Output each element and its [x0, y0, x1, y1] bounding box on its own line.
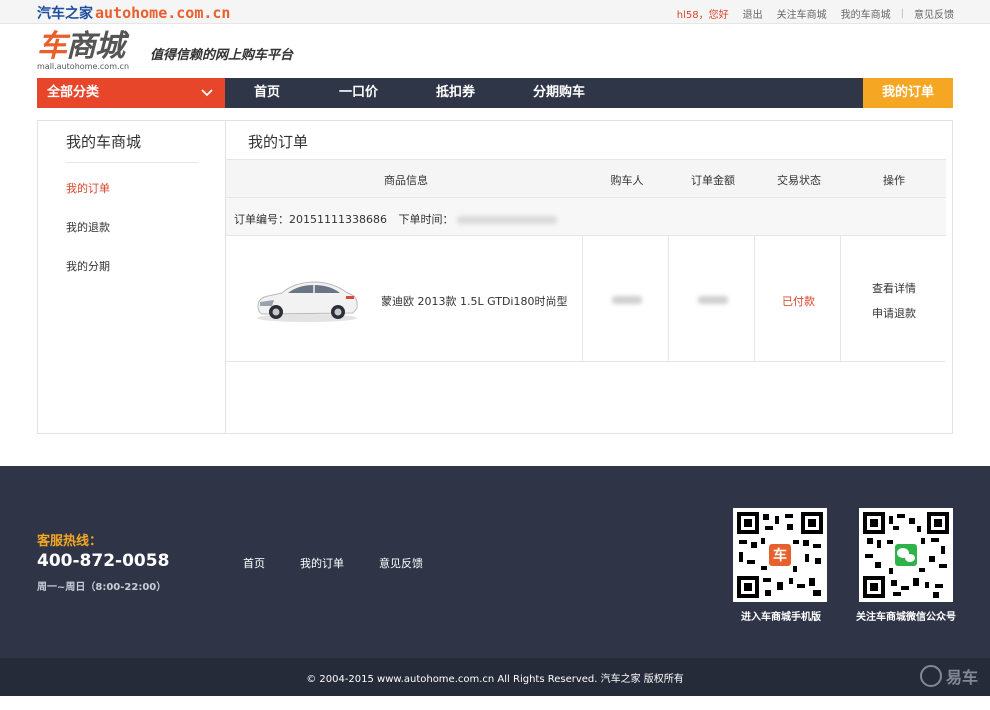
user-greeting[interactable]: hl58，您好: [677, 6, 729, 21]
copyright-bar: © 2004-2015 www.autohome.com.cn All Righ…: [0, 658, 990, 696]
order-time-label: 下单时间：: [398, 213, 454, 226]
header-actions: 操作: [883, 174, 905, 187]
amount-blurred: [698, 296, 728, 304]
qr-wechat-label: 关注车商城微信公众号: [856, 612, 956, 623]
table-header: 商品信息 购车人 订单金额 交易状态 操作: [226, 159, 946, 197]
all-categories-button[interactable]: 全部分类: [37, 78, 225, 108]
slogan: 值得信赖的网上购车平台: [150, 48, 294, 63]
hotline-number: 400-872-0058: [37, 551, 170, 571]
copyright-text: © 2004-2015 www.autohome.com.cn All Righ…: [306, 674, 684, 685]
logo-che: 车: [37, 29, 67, 64]
header-status: 交易状态: [777, 174, 821, 187]
top-links: hl58，您好 退出 关注车商城 我的车商城 | 意见反馈: [663, 6, 954, 21]
hotline-label: 客服热线：: [37, 534, 103, 549]
qr-code-wechat-icon: [859, 508, 953, 602]
top-bar: 汽车之家 autohome.com.cn hl58，您好 退出 关注车商城 我的车…: [0, 0, 990, 24]
order-time-blurred: [457, 216, 558, 224]
hotline-hours: 周一~周日（8:00-22:00）: [37, 582, 167, 593]
autohome-logo[interactable]: 汽车之家 autohome.com.cn: [37, 3, 230, 23]
sidebar: 我的车商城 我的订单 我的退款 我的分期: [38, 121, 226, 433]
nav-installment[interactable]: 分期购车: [533, 78, 585, 108]
status-badge: 已付款: [782, 295, 815, 308]
my-mall-link[interactable]: 我的车商城: [841, 6, 891, 21]
order-number: 订单编号：20151111338686: [234, 213, 387, 226]
footer-link-home[interactable]: 首页: [243, 555, 265, 571]
footer: 客服热线： 400-872-0058 周一~周日（8:00-22:00） 首页 …: [0, 466, 990, 658]
chevron-down-icon: [201, 78, 213, 119]
sidebar-item-orders[interactable]: 我的订单: [66, 180, 110, 196]
svg-text:车: 车: [773, 547, 787, 564]
nav-coupon[interactable]: 抵扣券: [436, 78, 475, 108]
feedback-link[interactable]: 意见反馈: [914, 6, 954, 21]
nav-my-order[interactable]: 我的订单: [863, 78, 953, 108]
header-product: 商品信息: [384, 174, 428, 187]
buyer-blurred: [612, 296, 642, 304]
sidebar-item-refunds[interactable]: 我的退款: [66, 219, 110, 235]
logo-domain: mall.autohome.com.cn: [37, 62, 130, 71]
nav-home[interactable]: 首页: [254, 78, 280, 108]
logo-shangcheng: 商城: [66, 29, 125, 64]
footer-link-orders[interactable]: 我的订单: [300, 555, 344, 571]
request-refund-link[interactable]: 申请退款: [872, 305, 916, 321]
yiche-watermark: 易车: [919, 664, 978, 688]
brand-cn: 汽车之家: [37, 6, 93, 22]
column-divider: [582, 236, 583, 361]
main-nav: 全部分类 首页 一口价 抵扣券 分期购车 我的订单: [37, 78, 953, 108]
watermark-text: 易车: [945, 668, 978, 687]
content-panel: 我的车商城 我的订单 我的退款 我的分期 我的订单 商品信息 购车人 订单金额 …: [37, 120, 953, 434]
product-name[interactable]: 蒙迪欧 2013款 1.5L GTDi180时尚型: [381, 293, 567, 309]
nav-fixed-price[interactable]: 一口价: [339, 78, 378, 108]
watermark-logo-icon: [919, 665, 942, 687]
logout-link[interactable]: 退出: [743, 6, 763, 21]
column-divider: [668, 236, 669, 361]
qr-code-mobile-icon: 车: [733, 508, 827, 602]
header-buyer: 购车人: [610, 174, 644, 187]
order-info-bar: 订单编号：20151111338686 下单时间：: [226, 197, 946, 236]
column-divider: [754, 236, 755, 361]
follow-link[interactable]: 关注车商城: [777, 6, 827, 21]
divider: |: [900, 8, 904, 19]
brand-en: autohome.com.cn: [95, 4, 231, 22]
view-details-link[interactable]: 查看详情: [872, 280, 916, 296]
orders-main: 我的订单 商品信息 购车人 订单金额 交易状态 操作 订单编号：20151111…: [226, 121, 952, 433]
page-title: 我的订单: [248, 133, 309, 151]
qr-mobile-label: 进入车商城手机版: [741, 612, 821, 623]
sidebar-item-installments[interactable]: 我的分期: [66, 258, 110, 274]
all-categories-label: 全部分类: [47, 85, 100, 100]
column-divider: [840, 236, 841, 361]
header-amount: 订单金额: [691, 174, 735, 187]
car-image[interactable]: [254, 272, 360, 324]
mall-logo[interactable]: 车商城 mall.autohome.com.cn: [37, 29, 130, 72]
table-row: 蒙迪欧 2013款 1.5L GTDi180时尚型 已付款 查看详情 申请退款: [226, 236, 946, 362]
footer-link-feedback[interactable]: 意见反馈: [379, 555, 423, 571]
sidebar-title: 我的车商城: [66, 131, 198, 163]
